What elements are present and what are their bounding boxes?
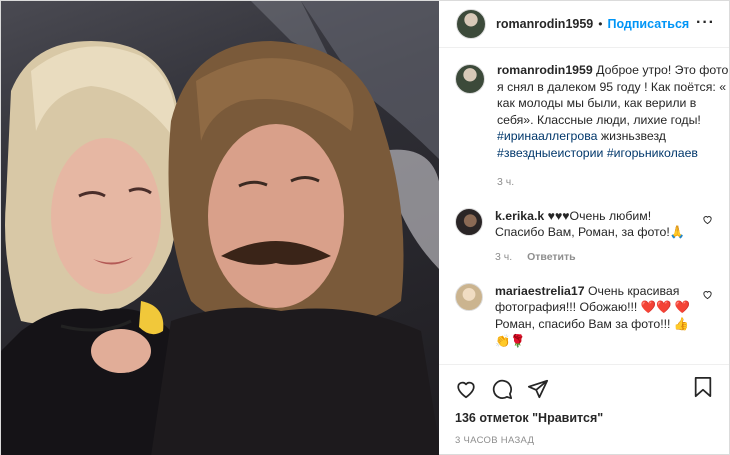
hashtag-link[interactable]: #ирина­аллегрова <box>497 129 597 143</box>
commenter-avatar[interactable] <box>455 282 483 311</box>
author-username[interactable]: romanrodin1959 <box>496 17 593 31</box>
caption-body-2: жизньзвезд <box>600 129 666 144</box>
more-icon[interactable]: ··· <box>696 14 715 32</box>
comment-meta: 3 ч. Ответить <box>495 251 695 263</box>
caption-username[interactable]: romanrodin1959 <box>497 63 593 77</box>
post-panel: romanrodin1959 • Подписаться ··· romanro… <box>439 1 729 455</box>
comments-section: romanrodin1959 Доброе утро! Это фото я с… <box>439 48 729 364</box>
author-avatar[interactable] <box>456 9 486 39</box>
separator-dot: • <box>598 17 603 31</box>
comment-icon[interactable] <box>491 378 513 400</box>
reply-button[interactable]: Ответить <box>527 251 576 263</box>
caption-text: romanrodin1959 Доброе утро! Это фото я с… <box>497 62 729 162</box>
small-heart-icon[interactable] <box>702 214 713 225</box>
caption-avatar[interactable] <box>455 64 485 94</box>
hashtag-link[interactable]: #игорьниколаев <box>607 146 698 160</box>
comment-time[interactable]: 3 ч. <box>495 251 512 263</box>
hashtag-link[interactable]: #звездныеистории <box>497 146 603 160</box>
caption: romanrodin1959 Доброе утро! Это фото я с… <box>455 62 728 188</box>
commenter-username[interactable]: mariaestrelia17 <box>495 284 585 298</box>
caption-time[interactable]: 3 ч. <box>497 176 729 188</box>
photo-illustration <box>1 1 439 455</box>
likes-count[interactable]: 136 отметок "Нравится" <box>455 411 713 425</box>
comment-text: mariaestrelia17 Очень красивая фотографи… <box>495 283 695 349</box>
post-header: romanrodin1959 • Подписаться ··· <box>439 1 729 48</box>
commenter-avatar[interactable] <box>455 207 483 236</box>
actions-bar: 136 отметок "Нравится" 3 ЧАСОВ НАЗАД <box>439 364 729 455</box>
comment-item: k.erika.k ♥♥♥Очень любим! Спасибо Вам, Р… <box>455 207 713 263</box>
commenter-username[interactable]: k.erika.k <box>495 209 544 223</box>
post-age[interactable]: 3 ЧАСОВ НАЗАД <box>455 435 713 446</box>
heart-icon[interactable] <box>455 378 477 400</box>
comment-text: k.erika.k ♥♥♥Очень любим! Спасибо Вам, Р… <box>495 208 695 241</box>
follow-button[interactable]: Подписаться <box>607 17 689 31</box>
small-heart-icon[interactable] <box>702 289 713 300</box>
share-icon[interactable] <box>527 378 549 400</box>
save-icon[interactable] <box>693 376 713 398</box>
action-icons <box>455 373 713 405</box>
comment-item: mariaestrelia17 Очень красивая фотографи… <box>455 282 713 349</box>
post-photo[interactable] <box>1 1 439 455</box>
instagram-post: romanrodin1959 • Подписаться ··· romanro… <box>0 0 730 455</box>
